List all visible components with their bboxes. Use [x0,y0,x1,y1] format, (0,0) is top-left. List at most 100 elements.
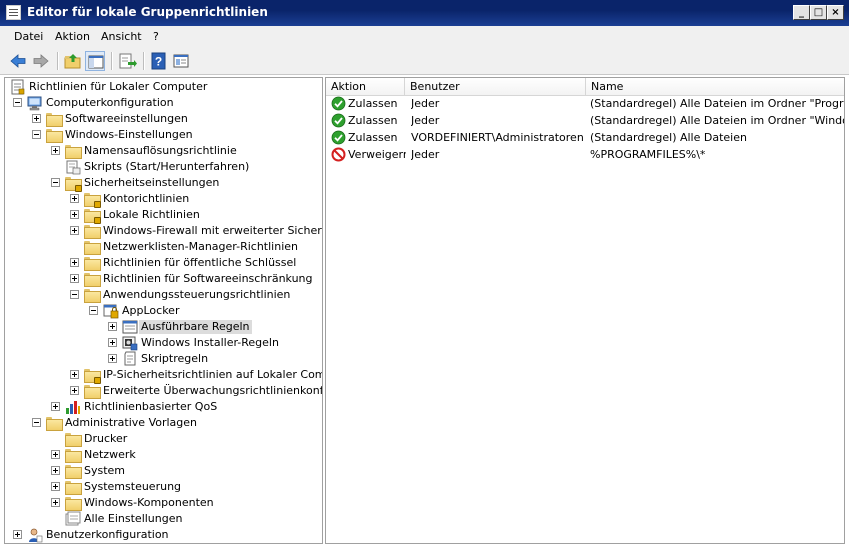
tree-node-label: Anwendungssteuerungsrichtlinien [103,288,291,301]
tree-node-label: Netzwerk [84,448,136,461]
tree-node[interactable]: Kontorichtlinien [5,191,322,208]
toolbar-separator [111,52,112,70]
table-row[interactable]: Zulassen Jeder (Standardregel) Alle Dateie… [326,96,844,113]
menu-datei[interactable]: Datei [14,30,43,43]
column-header-aktion[interactable]: Aktion [326,78,405,96]
expand-icon[interactable] [108,322,117,331]
table-row[interactable]: Zulassen VORDEFINIERT\Administratoren (Sta… [326,130,844,147]
expand-icon[interactable] [51,482,60,491]
back-arrow-icon[interactable] [8,51,28,71]
tree-node[interactable]: Alle Einstellungen [5,511,322,527]
cell-aktion: Zulassen [348,97,398,110]
tree-node[interactable]: Richtlinien für Lokaler Computer [5,79,322,95]
expand-icon[interactable] [70,274,79,283]
tree-node-label: Computerkonfiguration [46,96,174,109]
forward-arrow-icon[interactable] [31,51,51,71]
tree-node[interactable]: Benutzerkonfiguration [5,527,322,543]
toolbar-separator [143,52,144,70]
tree-node[interactable]: Windows-Einstellungen [5,127,322,143]
tree-node[interactable]: Lokale Richtlinien [5,207,322,224]
title-bar[interactable]: Editor für lokale Gruppenrichtlinien _ □… [0,0,849,26]
expand-icon[interactable] [70,370,79,379]
collapse-icon[interactable] [70,290,79,299]
toolbar-separator [57,52,58,70]
export-list-icon[interactable] [117,51,137,71]
tree-node-label: AppLocker [122,304,180,317]
collapse-icon[interactable] [13,98,22,107]
collapse-icon[interactable] [32,418,41,427]
tree-node[interactable]: Sicherheitseinstellungen [5,175,322,192]
tree-node[interactable]: Netzwerklisten-Manager-Richtlinien [5,239,322,255]
tree-node[interactable]: AppLocker [5,303,322,319]
tree-node[interactable]: Computerkonfiguration [5,95,322,111]
column-header-benutzer[interactable]: Benutzer [405,78,586,96]
tree-node-label: Skriptregeln [141,352,209,365]
tree-node[interactable]: Softwareeinstellungen [5,111,322,127]
tree-node[interactable]: Richtlinienbasierter QoS [5,399,322,415]
table-row[interactable]: Zulassen Jeder (Standardregel) Alle Dateie… [326,113,844,130]
tree-node-label: Richtlinienbasierter QoS [84,400,218,413]
qos-chart-icon [65,399,81,415]
rules-list-view[interactable]: Aktion Benutzer Name Zulassen Jeder (Stand… [325,77,845,544]
expand-icon[interactable] [70,258,79,267]
expand-icon[interactable] [70,210,79,219]
tree-node[interactable]: Skripts (Start/Herunterfahren) [5,159,322,175]
tree-node-label: System [84,464,126,477]
expand-icon[interactable] [32,114,41,123]
tree-node[interactable]: IP-Sicherheitsrichtlinien auf Lokaler Co… [5,367,322,384]
expand-icon[interactable] [51,450,60,459]
column-header-name[interactable]: Name [586,78,844,96]
tree-node[interactable]: Windows-Firewall mit erweiterter Sicherh… [5,223,322,239]
expand-icon[interactable] [70,194,79,203]
tree-node[interactable]: Skriptregeln [5,351,322,367]
allow-check-icon [331,113,346,128]
tree-node[interactable]: Anwendungssteuerungsrichtlinien [5,287,322,303]
tree-node-label: Kontorichtlinien [103,192,190,205]
tree-node-label: Netzwerklisten-Manager-Richtlinien [103,240,298,253]
expand-icon[interactable] [51,402,60,411]
console-tree[interactable]: Richtlinien für Lokaler Computer Computer… [4,77,323,544]
expand-icon[interactable] [51,498,60,507]
tree-node-label: Richtlinien für Softwareeinschränkung [103,272,313,285]
collapse-icon[interactable] [89,306,98,315]
minimize-button[interactable]: _ [793,5,810,20]
folder-icon [46,127,63,143]
menu-aktion[interactable]: Aktion [55,30,90,43]
table-row[interactable]: Verweigern Jeder %PROGRAMFILES%\* [326,147,844,164]
tree-node[interactable]: Richtlinien für öffentliche Schlüssel [5,255,322,271]
menu-help[interactable]: ? [153,30,159,43]
close-button[interactable]: × [827,5,844,20]
tree-node-label: Drucker [84,432,128,445]
tree-node[interactable]: Administrative Vorlagen [5,415,322,431]
installer-icon [122,335,138,351]
folder-icon [84,287,101,303]
collapse-icon[interactable] [32,130,41,139]
expand-icon[interactable] [108,338,117,347]
maximize-button[interactable]: □ [810,5,827,20]
expand-icon[interactable] [70,386,79,395]
expand-icon[interactable] [13,530,22,539]
tree-node[interactable]: Netzwerk [5,447,322,463]
expand-icon[interactable] [70,226,79,235]
cell-benutzer: Jeder [411,97,440,110]
expand-icon[interactable] [51,466,60,475]
tree-node[interactable]: Erweiterte Überwachungsrichtlinienkonfig… [5,383,322,399]
allow-check-icon [331,130,346,145]
tree-node[interactable]: Ausführbare Regeln [5,319,322,335]
tree-node[interactable]: Richtlinien für Softwareeinschränkung [5,271,322,287]
show-hide-tree-icon[interactable] [85,51,105,71]
menu-ansicht[interactable]: Ansicht [101,30,142,43]
tree-node[interactable]: Windows Installer-Regeln [5,335,322,351]
expand-icon[interactable] [51,146,60,155]
tree-node[interactable]: Namensauflösungsrichtlinie [5,143,322,159]
expand-icon[interactable] [108,354,117,363]
tree-node[interactable]: Windows-Komponenten [5,495,322,511]
collapse-icon[interactable] [51,178,60,187]
up-folder-icon[interactable] [63,51,83,71]
help-icon[interactable]: ? [149,51,169,71]
tree-node[interactable]: System [5,463,322,479]
properties-icon[interactable] [171,51,191,71]
folder-icon [84,223,101,239]
tree-node[interactable]: Drucker [5,431,322,447]
tree-node[interactable]: Systemsteuerung [5,479,322,495]
